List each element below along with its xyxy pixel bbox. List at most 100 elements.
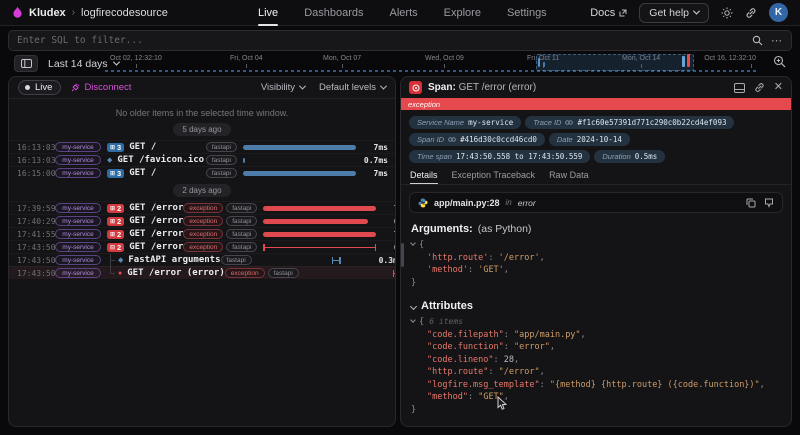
external-link-icon	[619, 9, 627, 17]
trace-row[interactable]: 17:40:29 my-service ⊞2 GET /error except…	[9, 214, 395, 227]
close-icon[interactable]: ✕	[774, 82, 783, 93]
disconnect-button[interactable]: Disconnect	[71, 82, 131, 93]
error-bullet-icon: ●	[118, 270, 122, 277]
docs-link[interactable]: Docs	[590, 7, 627, 19]
visibility-dropdown[interactable]: Visibility	[261, 82, 305, 93]
meta-trace-id[interactable]: Trace ID #f1c60e57391d771c290c0b22cd4ef0…	[525, 116, 734, 129]
trace-row[interactable]: 16:15:00 my-service ⊞3 GET / fastapi 7ms	[9, 166, 395, 179]
theme-toggle-button[interactable]	[721, 7, 733, 19]
trace-row[interactable]: 17:43:50 my-service ◆ FastAPI arguments …	[9, 253, 395, 266]
avatar[interactable]: K	[769, 3, 788, 22]
tab-alerts[interactable]: Alerts	[390, 0, 418, 26]
row-timestamp: 16:15:00	[17, 169, 55, 178]
meta-time-span: Time span17:43:50.558 to 17:43:50.559	[409, 150, 590, 163]
span-name: GET /	[129, 142, 156, 152]
time-range-bar: Last 14 days Oct 02, 12:32:10 Fri, Oct 0…	[0, 53, 800, 74]
span-count-badge[interactable]: ⊞3	[107, 143, 124, 152]
tab-explore[interactable]: Explore	[444, 0, 481, 26]
sidebar-toggle-button[interactable]	[14, 55, 38, 72]
span-name: GET /favicon.ico	[117, 155, 204, 165]
tab-live[interactable]: Live	[258, 0, 278, 26]
tab-settings[interactable]: Settings	[507, 0, 547, 26]
service-badge: my-service	[55, 203, 101, 213]
org-name[interactable]: Kludex	[29, 7, 66, 19]
span-detail-panel: Span: GET /error (error) ✕ exception Ser…	[400, 76, 792, 427]
span-name: GET /	[129, 168, 156, 178]
span-count-badge[interactable]: ⊞2	[107, 217, 124, 226]
service-badge: my-service	[55, 168, 101, 178]
python-icon	[418, 198, 428, 208]
trace-row[interactable]: 16:13:03 my-service ⊞3 GET / fastapi 7ms	[9, 140, 395, 153]
span-count-badge[interactable]: ⊞3	[107, 169, 124, 178]
tag-fastapi: fastapi	[268, 268, 299, 278]
span-duration: 6ms	[379, 243, 396, 252]
copy-icon[interactable]	[746, 198, 756, 208]
default-levels-dropdown[interactable]: Default levels	[319, 82, 386, 93]
tab-raw-data[interactable]: Raw Data	[549, 170, 589, 184]
source-branch-icon[interactable]	[764, 198, 774, 208]
error-level-icon	[409, 81, 422, 94]
error-histogram-spike	[687, 54, 690, 67]
tag-fastapi: fastapi	[206, 142, 237, 152]
tag-fastapi: fastapi	[226, 216, 257, 226]
logfire-logo-icon[interactable]	[12, 6, 23, 19]
dock-panel-icon[interactable]	[734, 83, 745, 93]
sun-icon	[721, 7, 733, 19]
span-bar-area	[263, 241, 379, 254]
trace-row[interactable]: 16:13:03 my-service ◆ GET /favicon.ico f…	[9, 153, 395, 166]
span-duration: 7ms	[379, 230, 396, 239]
detail-title: Span: GET /error (error)	[428, 82, 536, 93]
expand-icon: ⊞	[110, 231, 115, 238]
code-location-card: app/main.py:28 in error	[409, 192, 783, 213]
row-timestamp: 16:13:03	[17, 143, 55, 152]
meta-span-id[interactable]: Span ID #416d30c0ccd46cd0	[409, 133, 545, 146]
span-name: GET /error (error)	[127, 268, 225, 278]
live-view-panel: Live Disconnect Visibility Default level…	[8, 76, 396, 427]
tab-exception-traceback[interactable]: Exception Traceback	[452, 170, 536, 184]
span-name: FastAPI arguments	[128, 255, 220, 265]
filter-more-button[interactable]: ⋯	[771, 34, 783, 47]
get-help-button[interactable]: Get help	[639, 3, 709, 23]
collapse-chevron-icon[interactable]	[410, 240, 416, 246]
project-name[interactable]: logfirecodesource	[81, 7, 168, 19]
breadcrumb: Kludex › logfirecodesource	[12, 6, 168, 19]
span-bar	[263, 206, 376, 211]
timeline-tick: Wed, Oct 09	[425, 55, 464, 62]
span-bullet-icon: ◆	[118, 257, 123, 264]
span-duration: 7ms	[359, 143, 395, 152]
span-bar	[243, 145, 356, 150]
timeline-selection[interactable]	[536, 54, 694, 71]
exception-banner: exception	[401, 98, 791, 110]
span-duration: 7ms	[359, 169, 395, 178]
span-bar	[243, 158, 245, 163]
tree-connector	[107, 254, 116, 267]
tab-details[interactable]: Details	[410, 170, 438, 184]
tag-fastapi: fastapi	[221, 255, 252, 265]
trace-row-selected[interactable]: 17:43:50 my-service ● GET /error (error)…	[9, 266, 395, 279]
collapse-chevron-icon[interactable]	[410, 317, 416, 323]
span-name: GET /error	[129, 242, 183, 252]
trace-row[interactable]: 17:39:59 my-service ⊞2 GET /error except…	[9, 201, 395, 214]
section-chevron-icon[interactable]	[410, 302, 417, 309]
span-count-badge[interactable]: ⊞2	[107, 230, 124, 239]
tag-exception: exception	[183, 242, 223, 252]
span-count-badge[interactable]: ⊞2	[107, 204, 124, 213]
code-filepath[interactable]: app/main.py:28	[434, 198, 500, 208]
zoom-in-button[interactable]	[773, 55, 786, 73]
share-link-button[interactable]	[745, 7, 757, 19]
copy-link-icon[interactable]	[754, 82, 765, 93]
span-count-badge[interactable]: ⊟2	[107, 243, 124, 252]
detail-header: Span: GET /error (error) ✕	[401, 77, 791, 98]
selection-handle[interactable]	[682, 56, 685, 67]
scrollbar-thumb[interactable]	[401, 243, 404, 267]
span-bar-area	[263, 215, 379, 228]
search-icon[interactable]	[752, 35, 763, 46]
span-bar	[263, 232, 376, 237]
trace-row[interactable]: 17:41:55 my-service ⊞2 GET /error except…	[9, 227, 395, 240]
tab-dashboards[interactable]: Dashboards	[304, 0, 363, 26]
trace-row[interactable]: 17:43:50 my-service ⊟2 GET /error except…	[9, 240, 395, 253]
timeline[interactable]: Oct 02, 12:32:10 Fri, Oct 04 Mon, Oct 07…	[105, 53, 756, 74]
live-toggle[interactable]: Live	[18, 80, 61, 95]
plug-icon	[71, 83, 80, 92]
sql-filter-input[interactable]	[17, 35, 752, 46]
